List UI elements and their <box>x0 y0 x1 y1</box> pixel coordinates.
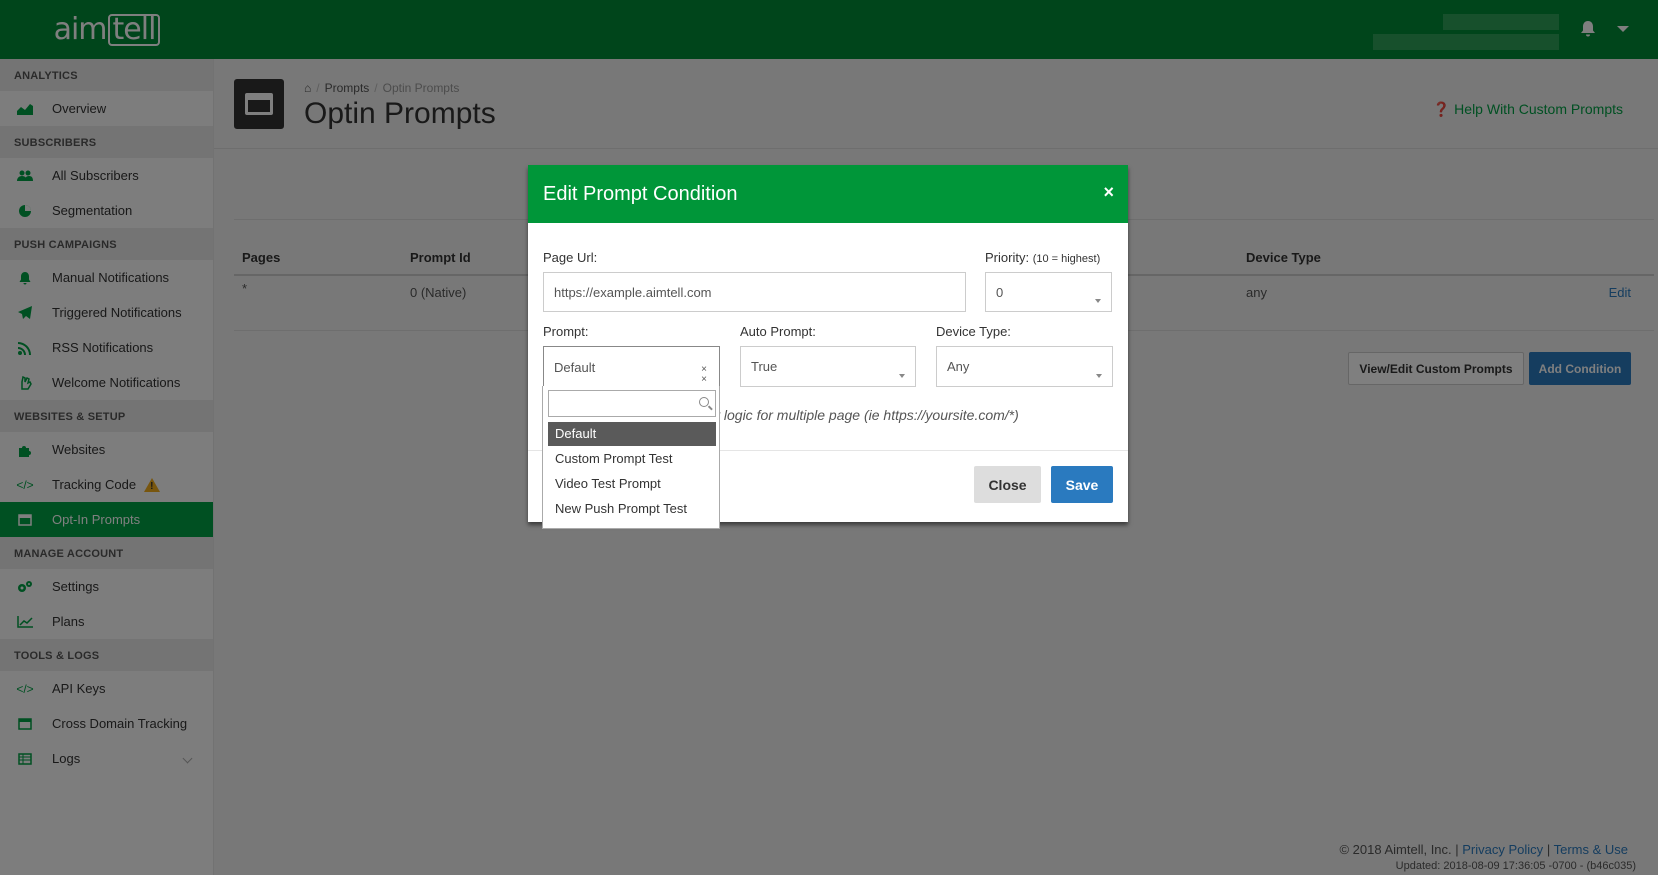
dropdown-search-input[interactable] <box>548 390 716 417</box>
dropdown-option[interactable]: New Push Prompt Test <box>548 497 716 521</box>
dropdown-option[interactable]: Default <box>548 422 716 446</box>
priority-label: Priority: (10 = highest) <box>985 250 1101 265</box>
page-url-label: Page Url: <box>543 250 598 265</box>
save-button[interactable]: Save <box>1051 466 1113 503</box>
auto-prompt-select[interactable]: True <box>740 346 916 387</box>
prompt-dropdown: Default Custom Prompt Test Video Test Pr… <box>542 386 720 529</box>
chevron-down-icon <box>899 374 905 378</box>
modal-title: Edit Prompt Condition <box>543 182 738 205</box>
wildcard-hint: y logic for multiple page (ie https://yo… <box>713 407 1019 423</box>
modal-header: Edit Prompt Condition × <box>528 165 1128 223</box>
page-url-input[interactable]: https://example.aimtell.com <box>543 272 966 312</box>
search-icon <box>699 397 709 407</box>
chevron-down-icon <box>1095 299 1101 303</box>
dropdown-option[interactable]: Custom Prompt Test <box>548 447 716 471</box>
edit-prompt-condition-modal: Edit Prompt Condition × Page Url: https:… <box>528 165 1128 529</box>
prompt-label: Prompt: <box>543 324 589 339</box>
chevron-down-icon <box>1096 374 1102 378</box>
dropdown-option[interactable]: Video Test Prompt <box>548 472 716 496</box>
device-type-label: Device Type: <box>936 324 1011 339</box>
clear-icon[interactable]: × × <box>701 365 707 385</box>
priority-select[interactable]: 0 <box>985 272 1112 312</box>
device-type-select[interactable]: Any <box>936 346 1113 387</box>
auto-prompt-label: Auto Prompt: <box>740 324 816 339</box>
close-icon[interactable]: × <box>1103 182 1114 203</box>
close-button[interactable]: Close <box>974 466 1041 503</box>
prompt-select[interactable]: Default × × <box>543 346 720 387</box>
